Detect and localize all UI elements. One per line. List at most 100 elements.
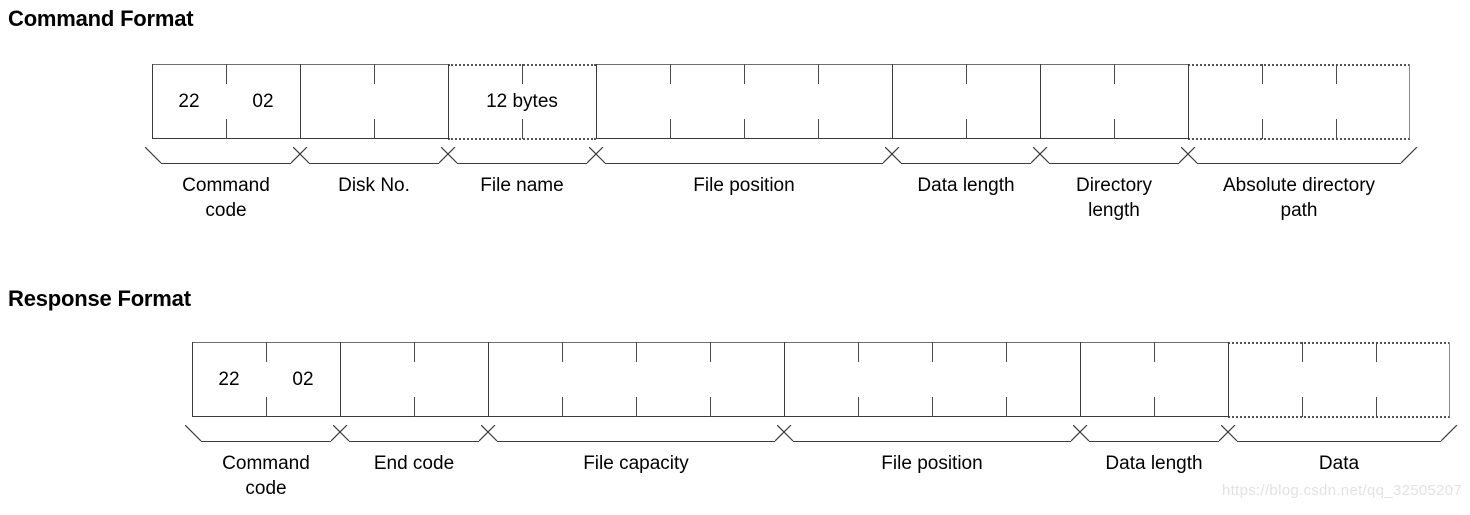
cell-tick-top: [1006, 342, 1007, 362]
group-separator: [1040, 64, 1041, 139]
group-brace-line: [1088, 441, 1220, 442]
group-label-line: code: [245, 478, 287, 499]
value-cell-0: 22: [218, 369, 240, 390]
cell-tick-top: [966, 64, 967, 84]
section-title-command: Command Format: [8, 6, 194, 31]
cell-tick-top: [1376, 342, 1377, 362]
group-label-line: Absolute directory: [1222, 175, 1376, 196]
cell-tick-bottom: [374, 119, 375, 139]
value-cell-0: 22: [178, 91, 200, 112]
cell-tick-top: [1114, 64, 1115, 84]
group-brace-line: [496, 441, 776, 442]
cell-tick-bottom: [858, 397, 859, 417]
group-separator: [488, 342, 489, 417]
brace-diagonal-left: [588, 147, 606, 164]
cell-tick-bottom: [818, 119, 819, 139]
cell-tick-bottom: [562, 397, 563, 417]
cell-tick-bottom: [414, 397, 415, 417]
group-brace-line: [160, 163, 292, 164]
group-brace-line: [792, 441, 1072, 442]
cell-tick-top: [670, 64, 671, 84]
brace-diagonal-left: [440, 147, 458, 164]
group-brace-line: [900, 163, 1032, 164]
group-label-line: File capacity: [583, 453, 689, 474]
cell-tick-bottom: [710, 397, 711, 417]
cell-tick-top: [1262, 64, 1263, 84]
group-separator: [1080, 342, 1081, 417]
group-separator: [892, 64, 893, 139]
brace-diagonal-left: [776, 425, 794, 442]
group-border-bottom-dotted: [1228, 416, 1450, 418]
cell-tick-top: [744, 64, 745, 84]
cell-tick-top: [932, 342, 933, 362]
group-separator: [1409, 64, 1410, 139]
cell-tick-bottom: [1336, 119, 1337, 139]
group-separator: [1228, 342, 1229, 417]
brace-band-command: Command code Disk No. File name File positio…: [144, 147, 1418, 237]
cell-tick-top: [710, 342, 711, 362]
brace-diagonal-left: [1072, 425, 1090, 442]
group-brace-line: [308, 163, 440, 164]
group-separator: [300, 64, 301, 139]
brace-diagonal-left: [144, 147, 162, 164]
cell-tick-bottom: [1006, 397, 1007, 417]
cell-tick-bottom: [1114, 119, 1115, 139]
cell-tick-top: [818, 64, 819, 84]
section-title-response: Response Format: [8, 286, 191, 311]
cell-tick-top: [374, 64, 375, 84]
group-brace-line: [604, 163, 884, 164]
brace-diagonal-left: [332, 425, 350, 442]
packet-row-response: 22 02: [192, 342, 1450, 418]
group-separator: [340, 342, 341, 417]
group-brace-line: [1196, 163, 1402, 164]
cell-tick-bottom: [1262, 119, 1263, 139]
group-label: Absolute directory path: [1166, 173, 1432, 223]
group-brace-line: [1236, 441, 1442, 442]
group-border-bottom-dotted: [1188, 138, 1410, 140]
group-separator: [784, 342, 785, 417]
group-brace-line: [1048, 163, 1180, 164]
group-label-line: File position: [693, 175, 795, 196]
brace-diagonal-left: [884, 147, 902, 164]
group-label-line: path: [1280, 200, 1318, 221]
brace-diagonal-left: [1032, 147, 1050, 164]
group-border-top-dotted: [1228, 342, 1450, 344]
brace-diagonal-left: [292, 147, 310, 164]
cell-tick-bottom: [1302, 397, 1303, 417]
group-separator: [448, 64, 449, 139]
group-label: Data: [1206, 451, 1470, 476]
group-brace-line: [200, 441, 332, 442]
diagram-canvas: Command Format 12 bytes 22 02 Command code Dis…: [0, 0, 1470, 514]
cell-tick-bottom: [1154, 397, 1155, 417]
packet-row-command: 12 bytes 22 02: [152, 64, 1410, 140]
cell-tick-top: [1336, 64, 1337, 84]
group-separator: [596, 64, 597, 139]
group-separator: [1188, 64, 1189, 139]
group-label: File position: [762, 451, 1102, 476]
cell-tick-top: [414, 342, 415, 362]
cell-tick-bottom: [1376, 397, 1377, 417]
group-label-line: File position: [881, 453, 983, 474]
group-label-line: code: [205, 200, 247, 221]
group-label: File position: [574, 173, 914, 198]
brace-diagonal-left: [184, 425, 202, 442]
group-label: File capacity: [466, 451, 806, 476]
cell-tick-top: [562, 342, 563, 362]
value-cell-1: 02: [292, 369, 314, 390]
group-brace-line: [348, 441, 480, 442]
brace-diagonal-left: [1220, 425, 1238, 442]
brace-diagonal-right: [1440, 425, 1458, 442]
cell-tick-top: [636, 342, 637, 362]
cell-tick-bottom: [932, 397, 933, 417]
group-label-line: Data: [1318, 453, 1360, 474]
brace-diagonal-left: [1180, 147, 1198, 164]
value-cell-1: 02: [252, 91, 274, 112]
cell-inner-label: 12 bytes: [486, 91, 558, 112]
cell-tick-bottom: [744, 119, 745, 139]
cell-tick-bottom: [636, 397, 637, 417]
brace-band-response: Command code End code File capacity File pos…: [184, 425, 1458, 515]
brace-diagonal-right: [1400, 147, 1418, 164]
brace-diagonal-left: [480, 425, 498, 442]
cell-tick-top: [858, 342, 859, 362]
group-brace-line: [456, 163, 588, 164]
